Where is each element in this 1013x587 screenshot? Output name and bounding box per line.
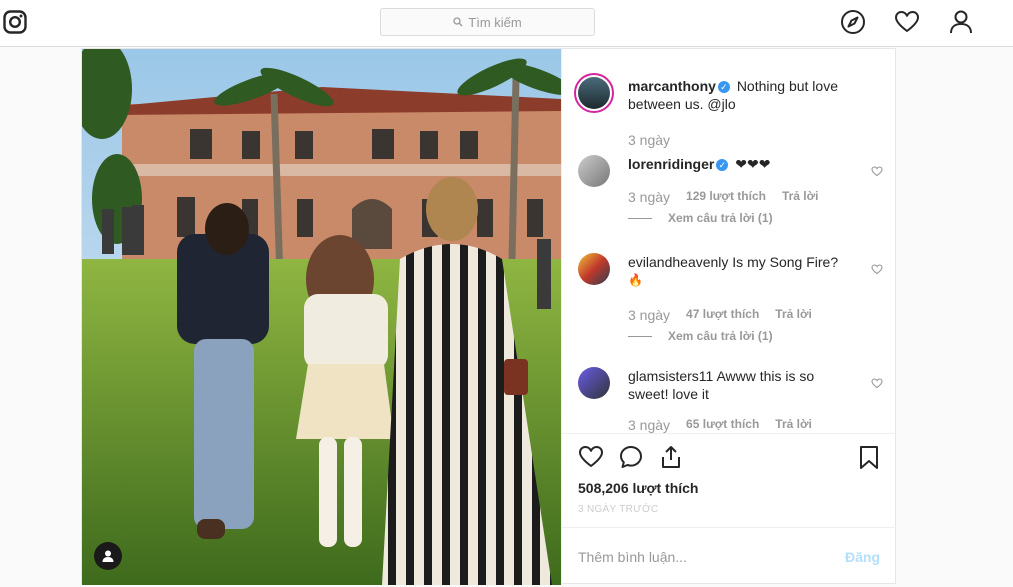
share-upload-icon[interactable] [658,444,684,470]
comment-time[interactable]: 3 ngày [628,417,670,433]
comment-time[interactable]: 3 ngày [628,189,670,205]
comment-item: lorenridinger ✓ ❤❤❤ 3 ngày 129 lượt thích… [578,155,883,235]
view-replies-button[interactable]: Xem câu trả lời (1) [628,329,773,343]
comment-text: Is my Song Fire? [732,254,839,270]
comment-like-heart-icon[interactable] [871,165,883,177]
comment-like-heart-icon[interactable] [871,377,883,389]
comment-item: glamsisters11 Awww this is so sweet! lov… [578,367,883,433]
avatar[interactable] [578,155,610,187]
comment-text: ❤❤❤ [735,156,771,172]
instagram-logo-icon[interactable] [3,10,27,34]
post-photo[interactable] [82,49,561,585]
compass-explore-icon[interactable] [840,9,866,35]
add-comment-form: Thêm bình luận... Đăng [562,527,896,585]
like-heart-icon[interactable] [578,444,604,470]
comment-extra: 🔥 [628,273,643,287]
comments-list[interactable]: marcanthony ✓ Nothing but love between us… [562,59,896,433]
comment-reply-button[interactable]: Trả lời [775,417,812,433]
comment-username[interactable]: evilandheavenly [628,254,728,270]
comment-bubble-icon[interactable] [618,444,644,470]
comment-username[interactable]: lorenridinger [628,156,714,172]
verified-badge-icon: ✓ [716,159,729,171]
comment-item: evilandheavenly Is my Song Fire? 🔥 3 ngà… [578,253,883,353]
comment-likes[interactable]: 129 lượt thích [686,189,766,205]
posted-time: 3 NGÀY TRƯỚC [578,504,659,515]
comment-likes[interactable]: 65 lượt thích [686,417,759,433]
caption-time[interactable]: 3 ngày [628,132,670,148]
comment-username[interactable]: glamsisters11 [628,368,713,384]
bookmark-save-icon[interactable] [856,444,882,470]
avatar[interactable] [574,73,614,113]
tagged-people-icon[interactable] [94,542,122,570]
post-image [82,49,561,585]
comment-like-heart-icon[interactable] [871,263,883,275]
comment-input[interactable]: Thêm bình luận... [578,549,687,565]
post-comment-button[interactable]: Đăng [845,549,880,565]
top-navigation-bar: Tìm kiếm [0,0,1013,47]
post-sidebar: marcanthony ✓ Nothing but love between us… [561,49,896,585]
verified-badge-icon: ✓ [717,81,730,93]
comment-likes[interactable]: 47 lượt thích [686,307,759,323]
profile-user-icon[interactable] [948,9,974,35]
view-replies-label: Xem câu trả lời (1) [668,211,773,225]
comment-reply-button[interactable]: Trả lời [775,307,812,323]
search-icon [453,17,463,27]
post-caption: marcanthony ✓ Nothing but love between us… [574,73,883,157]
comment-reply-button[interactable]: Trả lời [782,189,819,205]
post-card: marcanthony ✓ Nothing but love between us… [81,48,896,585]
heart-activity-icon[interactable] [894,9,920,35]
search-placeholder: Tìm kiếm [468,14,522,30]
view-replies-button[interactable]: Xem câu trả lời (1) [628,211,773,225]
search-input[interactable]: Tìm kiếm [380,8,595,36]
comment-time[interactable]: 3 ngày [628,307,670,323]
post-actions: 508,206 lượt thích 3 NGÀY TRƯỚC [562,433,896,527]
avatar[interactable] [578,367,610,399]
like-count[interactable]: 508,206 lượt thích [578,480,698,496]
view-replies-label: Xem câu trả lời (1) [668,329,773,343]
avatar[interactable] [578,253,610,285]
caption-username[interactable]: marcanthony [628,78,716,94]
